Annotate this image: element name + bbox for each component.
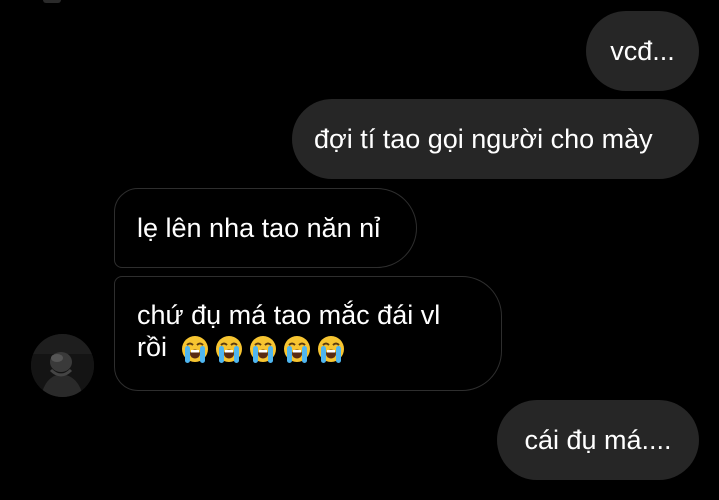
loudly-crying-face-icon (283, 335, 310, 363)
loudly-crying-face-icon (181, 335, 208, 363)
avatar-photo-icon (31, 334, 94, 397)
message-text: đợi tí tao gọi người cho mày (314, 124, 653, 154)
message-text: lẹ lên nha tao năn nỉ (137, 213, 381, 243)
message-bubble-outgoing[interactable]: vcđ... (586, 11, 699, 91)
message-bubble-incoming[interactable]: lẹ lên nha tao năn nỉ (114, 188, 417, 268)
avatar[interactable] (31, 334, 94, 397)
message-text: vcđ... (610, 36, 675, 66)
top-indicator (43, 0, 61, 3)
emoji-group (179, 333, 347, 365)
loudly-crying-face-icon (215, 335, 242, 363)
message-text: rồi (137, 332, 168, 362)
message-bubble-outgoing[interactable]: cái đụ má.... (497, 400, 699, 480)
message-text: cái đụ má.... (524, 425, 672, 455)
message-text-line-2: rồi (137, 331, 347, 365)
message-text-line-1: chứ đụ má tao mắc đái vl (137, 300, 441, 330)
message-bubble-incoming[interactable]: chứ đụ má tao mắc đái vl rồi (114, 276, 502, 391)
loudly-crying-face-icon (249, 335, 276, 363)
message-bubble-outgoing[interactable]: đợi tí tao gọi người cho mày (292, 99, 699, 179)
loudly-crying-face-icon (317, 335, 344, 363)
